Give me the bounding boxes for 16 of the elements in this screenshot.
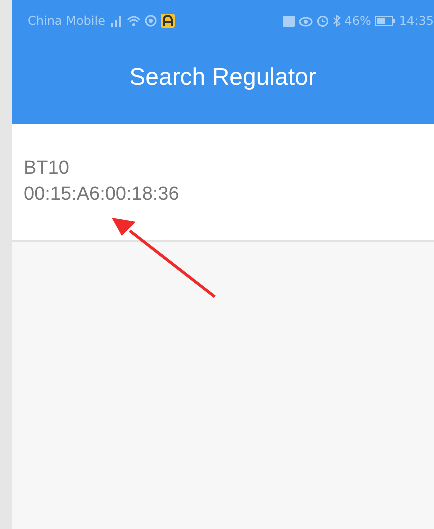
hd-icon	[282, 16, 295, 26]
signal-icon	[109, 15, 124, 27]
screen-title: Search Regulator	[130, 64, 316, 92]
wifi-icon	[127, 15, 142, 27]
battery-percent: 46%	[344, 14, 372, 28]
bluetooth-icon	[332, 15, 341, 27]
device-item[interactable]: BT10 00:15:A6:00:18:36	[12, 124, 434, 242]
device-address: 00:15:A6:00:18:36	[24, 184, 180, 206]
battery-icon	[375, 16, 396, 26]
alarm-icon	[316, 15, 329, 27]
app-icon	[161, 14, 176, 28]
eye-icon	[298, 16, 313, 26]
carrier-name: China Mobile	[28, 14, 106, 28]
clock-time: 14:35	[399, 14, 434, 28]
device-name: BT10	[24, 158, 70, 180]
location-icon	[145, 15, 158, 27]
